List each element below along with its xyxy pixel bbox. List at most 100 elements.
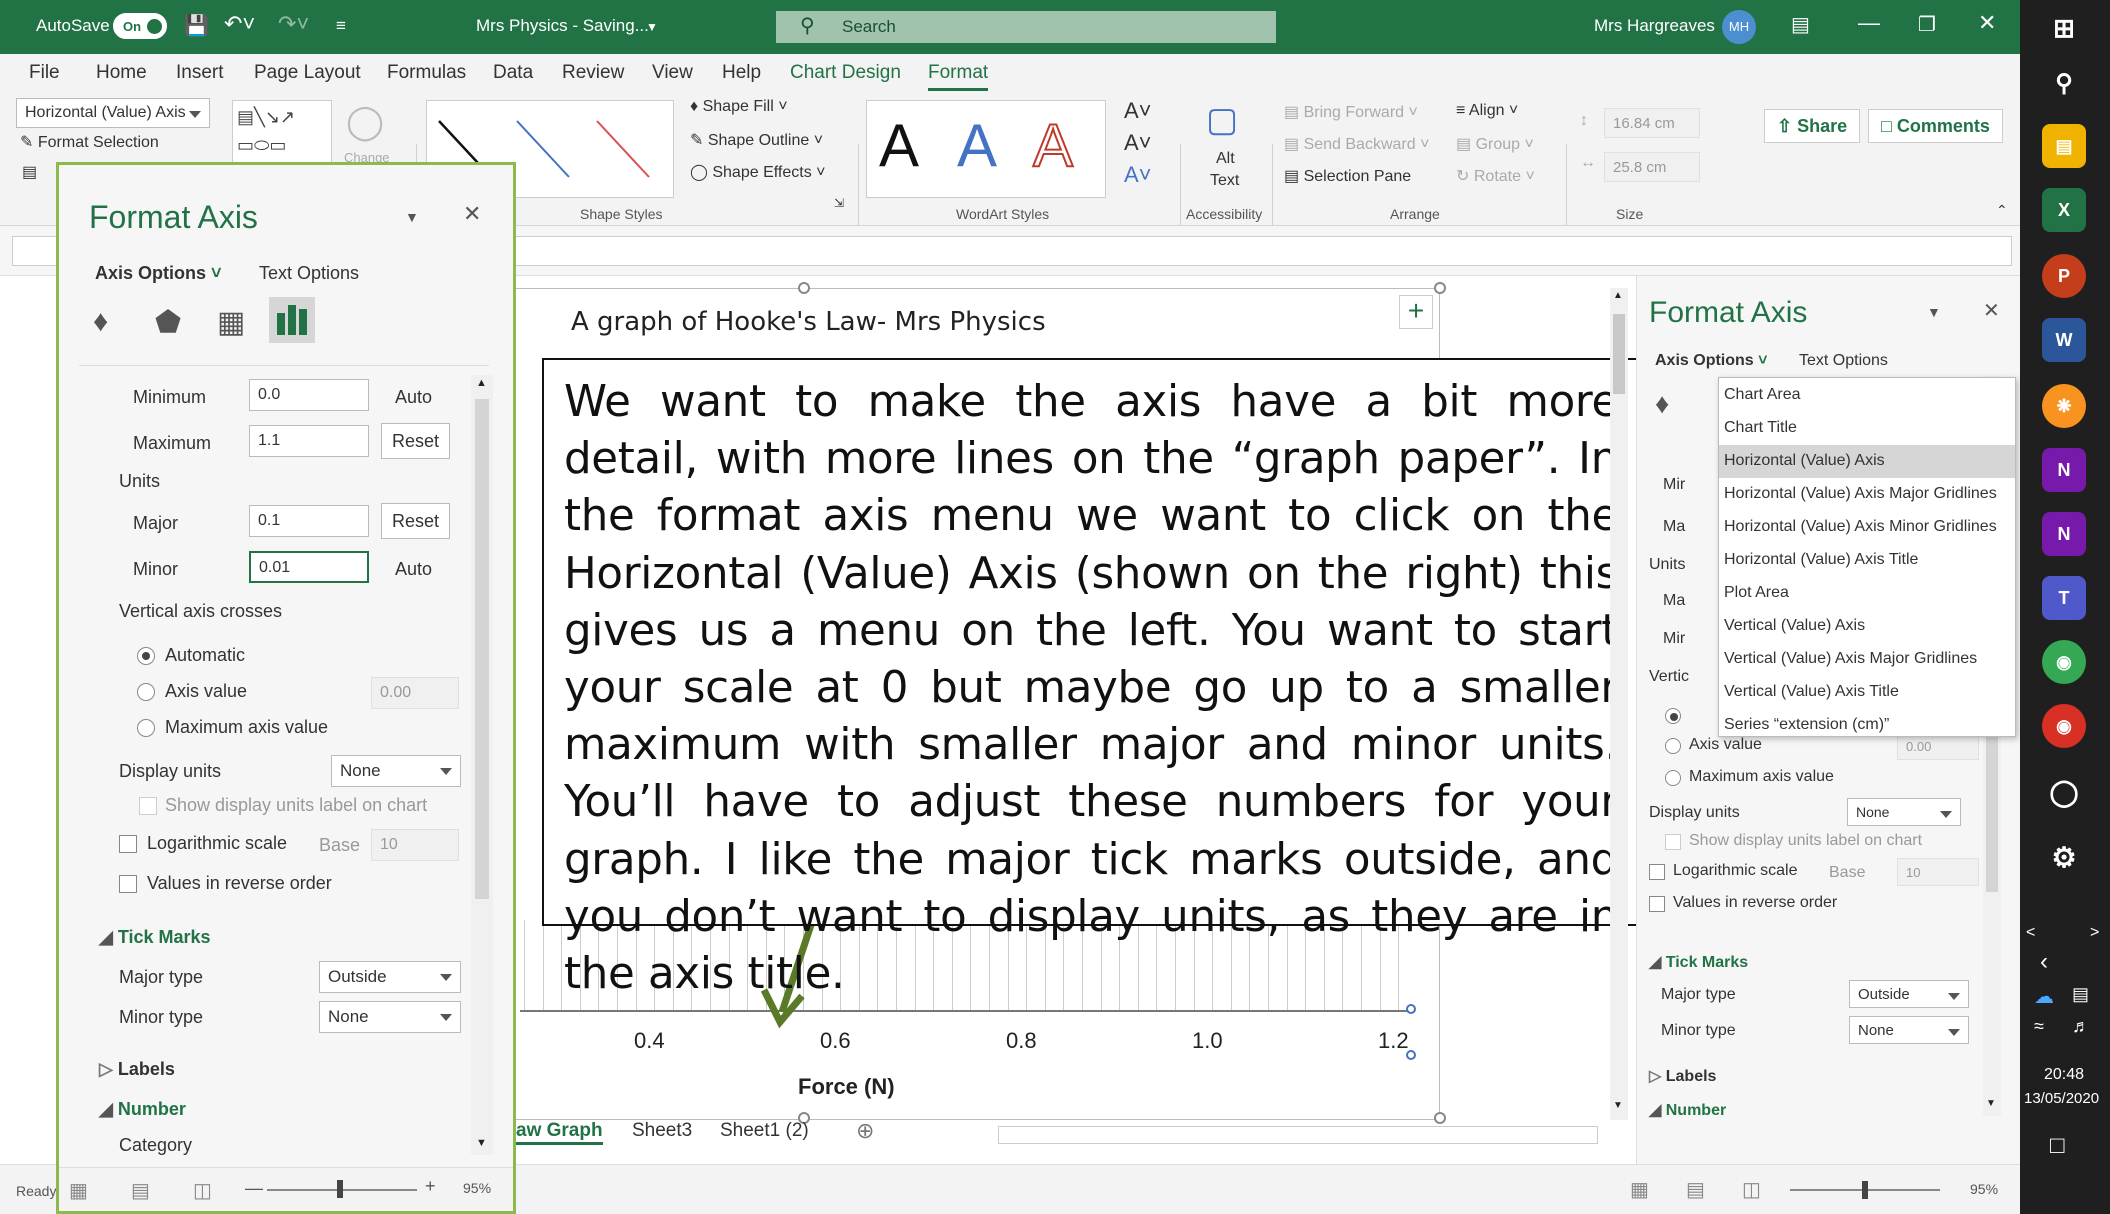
size-properties-icon[interactable]: ▦ [217,305,245,340]
close-icon[interactable]: ✕ [1983,298,2000,323]
minor-type-select[interactable]: None [1849,1016,1969,1044]
max-axis-value-label[interactable]: Maximum axis value [1689,768,1834,786]
send-backward-button[interactable]: ▤ Send Backward ˅ [1284,134,1429,154]
selection-pane-button[interactable]: ▤ Selection Pane [1284,166,1411,186]
reverse-label[interactable]: Values in reverse order [147,873,332,894]
onenote-icon[interactable]: N [2042,448,2086,492]
reverse-checkbox[interactable] [119,875,137,893]
change-shape-icon[interactable]: ◯ [346,102,384,142]
menu-page-layout[interactable]: Page Layout [254,62,361,84]
horizontal-scrollbar[interactable] [998,1126,1598,1144]
menu-file[interactable]: File [29,62,60,84]
page-break-view-icon[interactable]: ◫ [1742,1177,1761,1202]
fill-line-icon[interactable]: ♦ [1655,388,1669,420]
panel-scroll-down-icon[interactable]: ▼ [1986,1098,1996,1109]
axis-value-radio[interactable] [137,683,155,701]
app-icon-circle[interactable]: ◯ [2042,770,2086,814]
clock-date[interactable]: 13/05/2020 [2024,1090,2099,1107]
vertical-scrollbar[interactable]: ▲ ▼ [1610,288,1628,1120]
zoom-out-icon[interactable]: — [245,1178,263,1199]
panel-options-icon[interactable]: ▼ [405,209,419,225]
display-units-select[interactable]: None [331,755,461,787]
wifi-icon[interactable]: ≈ [2034,1016,2044,1037]
collapse-ribbon-icon[interactable]: ⌃ [1996,202,2008,219]
panel-scroll-down-icon[interactable]: ▼ [476,1137,487,1149]
log-scale-checkbox[interactable] [1649,864,1665,880]
chevron-left-icon[interactable]: < [2026,924,2035,942]
automatic-radio[interactable] [137,647,155,665]
tick-marks-section[interactable]: ◢ Tick Marks [1649,952,1748,972]
dropdown-item-plot-area[interactable]: Plot Area [1719,577,2015,610]
major-reset-button[interactable]: Reset [381,503,451,539]
log-scale-label[interactable]: Logarithmic scale [1673,862,1798,880]
max-axis-value-radio[interactable] [137,719,155,737]
tab-text-options[interactable]: Text Options [1799,352,1888,370]
document-title[interactable]: Mrs Physics - Saving... [476,16,649,36]
dropdown-item-chart-area[interactable]: Chart Area [1719,379,2015,412]
undo-icon[interactable]: ↶˅ [224,11,255,37]
alt-text-label-2[interactable]: Text [1210,172,1239,190]
alt-text-icon[interactable]: ▢ [1206,100,1238,140]
log-scale-label[interactable]: Logarithmic scale [147,833,287,854]
sheet-tab-graph[interactable]: aw Graph [516,1120,603,1145]
normal-view-icon[interactable]: ▦ [69,1178,88,1203]
fill-line-icon[interactable]: ♦ [93,305,108,339]
hidden-icons-icon[interactable]: ‹ [2040,948,2048,976]
close-icon[interactable]: ✕ [1978,10,1996,36]
restore-icon[interactable]: ❐ [1918,12,1936,37]
dropdown-item-series[interactable]: Series “extension (cm)” [1719,709,2015,742]
format-selection-button[interactable]: ✎ Format Selection [20,132,159,152]
dialog-launcher-icon[interactable]: ⇲ [834,196,844,210]
reverse-checkbox[interactable] [1649,896,1665,912]
volume-icon[interactable]: ♬ [2072,1016,2090,1037]
minimize-icon[interactable]: — [1858,10,1880,36]
maximum-reset-button[interactable]: Reset [381,423,451,459]
dropdown-item-horizontal-minor-gridlines[interactable]: Horizontal (Value) Axis Minor Gridlines [1719,511,2015,544]
ribbon-display-icon[interactable]: ▤ [1791,12,1810,37]
chart-title[interactable]: A graph of Hooke's Law- Mrs Physics [571,307,1046,337]
wordart-gallery[interactable]: A A A [866,100,1106,198]
zoom-slider-thumb[interactable] [1862,1181,1868,1199]
rotate-button[interactable]: ↻ Rotate ˅ [1456,166,1535,186]
word-icon[interactable]: W [2042,318,2086,362]
major-input[interactable]: 0.1 [249,505,369,537]
axis-value-radio[interactable] [1665,738,1681,754]
minimum-input[interactable]: 0.0 [249,379,369,411]
windows-start-icon[interactable]: ⊞ [2042,6,2086,50]
chart-element-selector[interactable]: Horizontal (Value) Axis [16,98,210,128]
menu-insert[interactable]: Insert [176,62,224,84]
tick-marks-section[interactable]: ◢ Tick Marks [99,927,211,948]
minor-type-select[interactable]: None [319,1001,461,1033]
excel-icon[interactable]: X [2042,188,2086,232]
onedrive-icon[interactable]: ☁ [2034,984,2054,1009]
scrollbar-thumb[interactable] [1613,314,1625,394]
align-button[interactable]: ≡ Align ˅ [1456,102,1518,120]
page-layout-view-icon[interactable]: ▤ [131,1178,150,1203]
autosave-toggle[interactable]: On [113,13,167,39]
show-units-checkbox[interactable] [1665,834,1681,850]
text-fill-icon[interactable]: A˅ [1124,98,1152,124]
menu-review[interactable]: Review [562,62,624,84]
menu-data[interactable]: Data [493,62,533,84]
chrome-icon[interactable]: ◉ [2042,640,2086,684]
tab-text-options[interactable]: Text Options [259,263,359,284]
customize-qat-icon[interactable]: ≡ [336,16,346,36]
text-effects-icon[interactable]: A˅ [1124,162,1152,188]
page-break-view-icon[interactable]: ◫ [193,1178,212,1203]
max-axis-value-radio[interactable] [1665,770,1681,786]
shape-outline-button[interactable]: ✎ Shape Outline ˅ [690,130,823,150]
major-type-select[interactable]: Outside [319,961,461,993]
minor-input[interactable]: 0.01 [249,551,369,583]
normal-view-icon[interactable]: ▦ [1630,1177,1649,1202]
zoom-slider-thumb[interactable] [337,1180,343,1198]
page-layout-view-icon[interactable]: ▤ [1686,1177,1705,1202]
wordart-style-blue[interactable]: A [957,111,997,180]
major-type-select[interactable]: Outside [1849,980,1969,1008]
chart-elements-dropdown[interactable]: Chart Area Chart Title Horizontal (Value… [1718,377,2016,737]
battery-icon[interactable]: ▤ [2072,984,2089,1005]
base-input[interactable]: 10 [1897,858,1979,886]
panel-scrollbar[interactable]: ▲ ▼ [471,375,493,1155]
add-sheet-icon[interactable]: ⊕ [856,1118,874,1144]
maximum-input[interactable]: 1.1 [249,425,369,457]
labels-section[interactable]: ▷ Labels [99,1059,175,1080]
